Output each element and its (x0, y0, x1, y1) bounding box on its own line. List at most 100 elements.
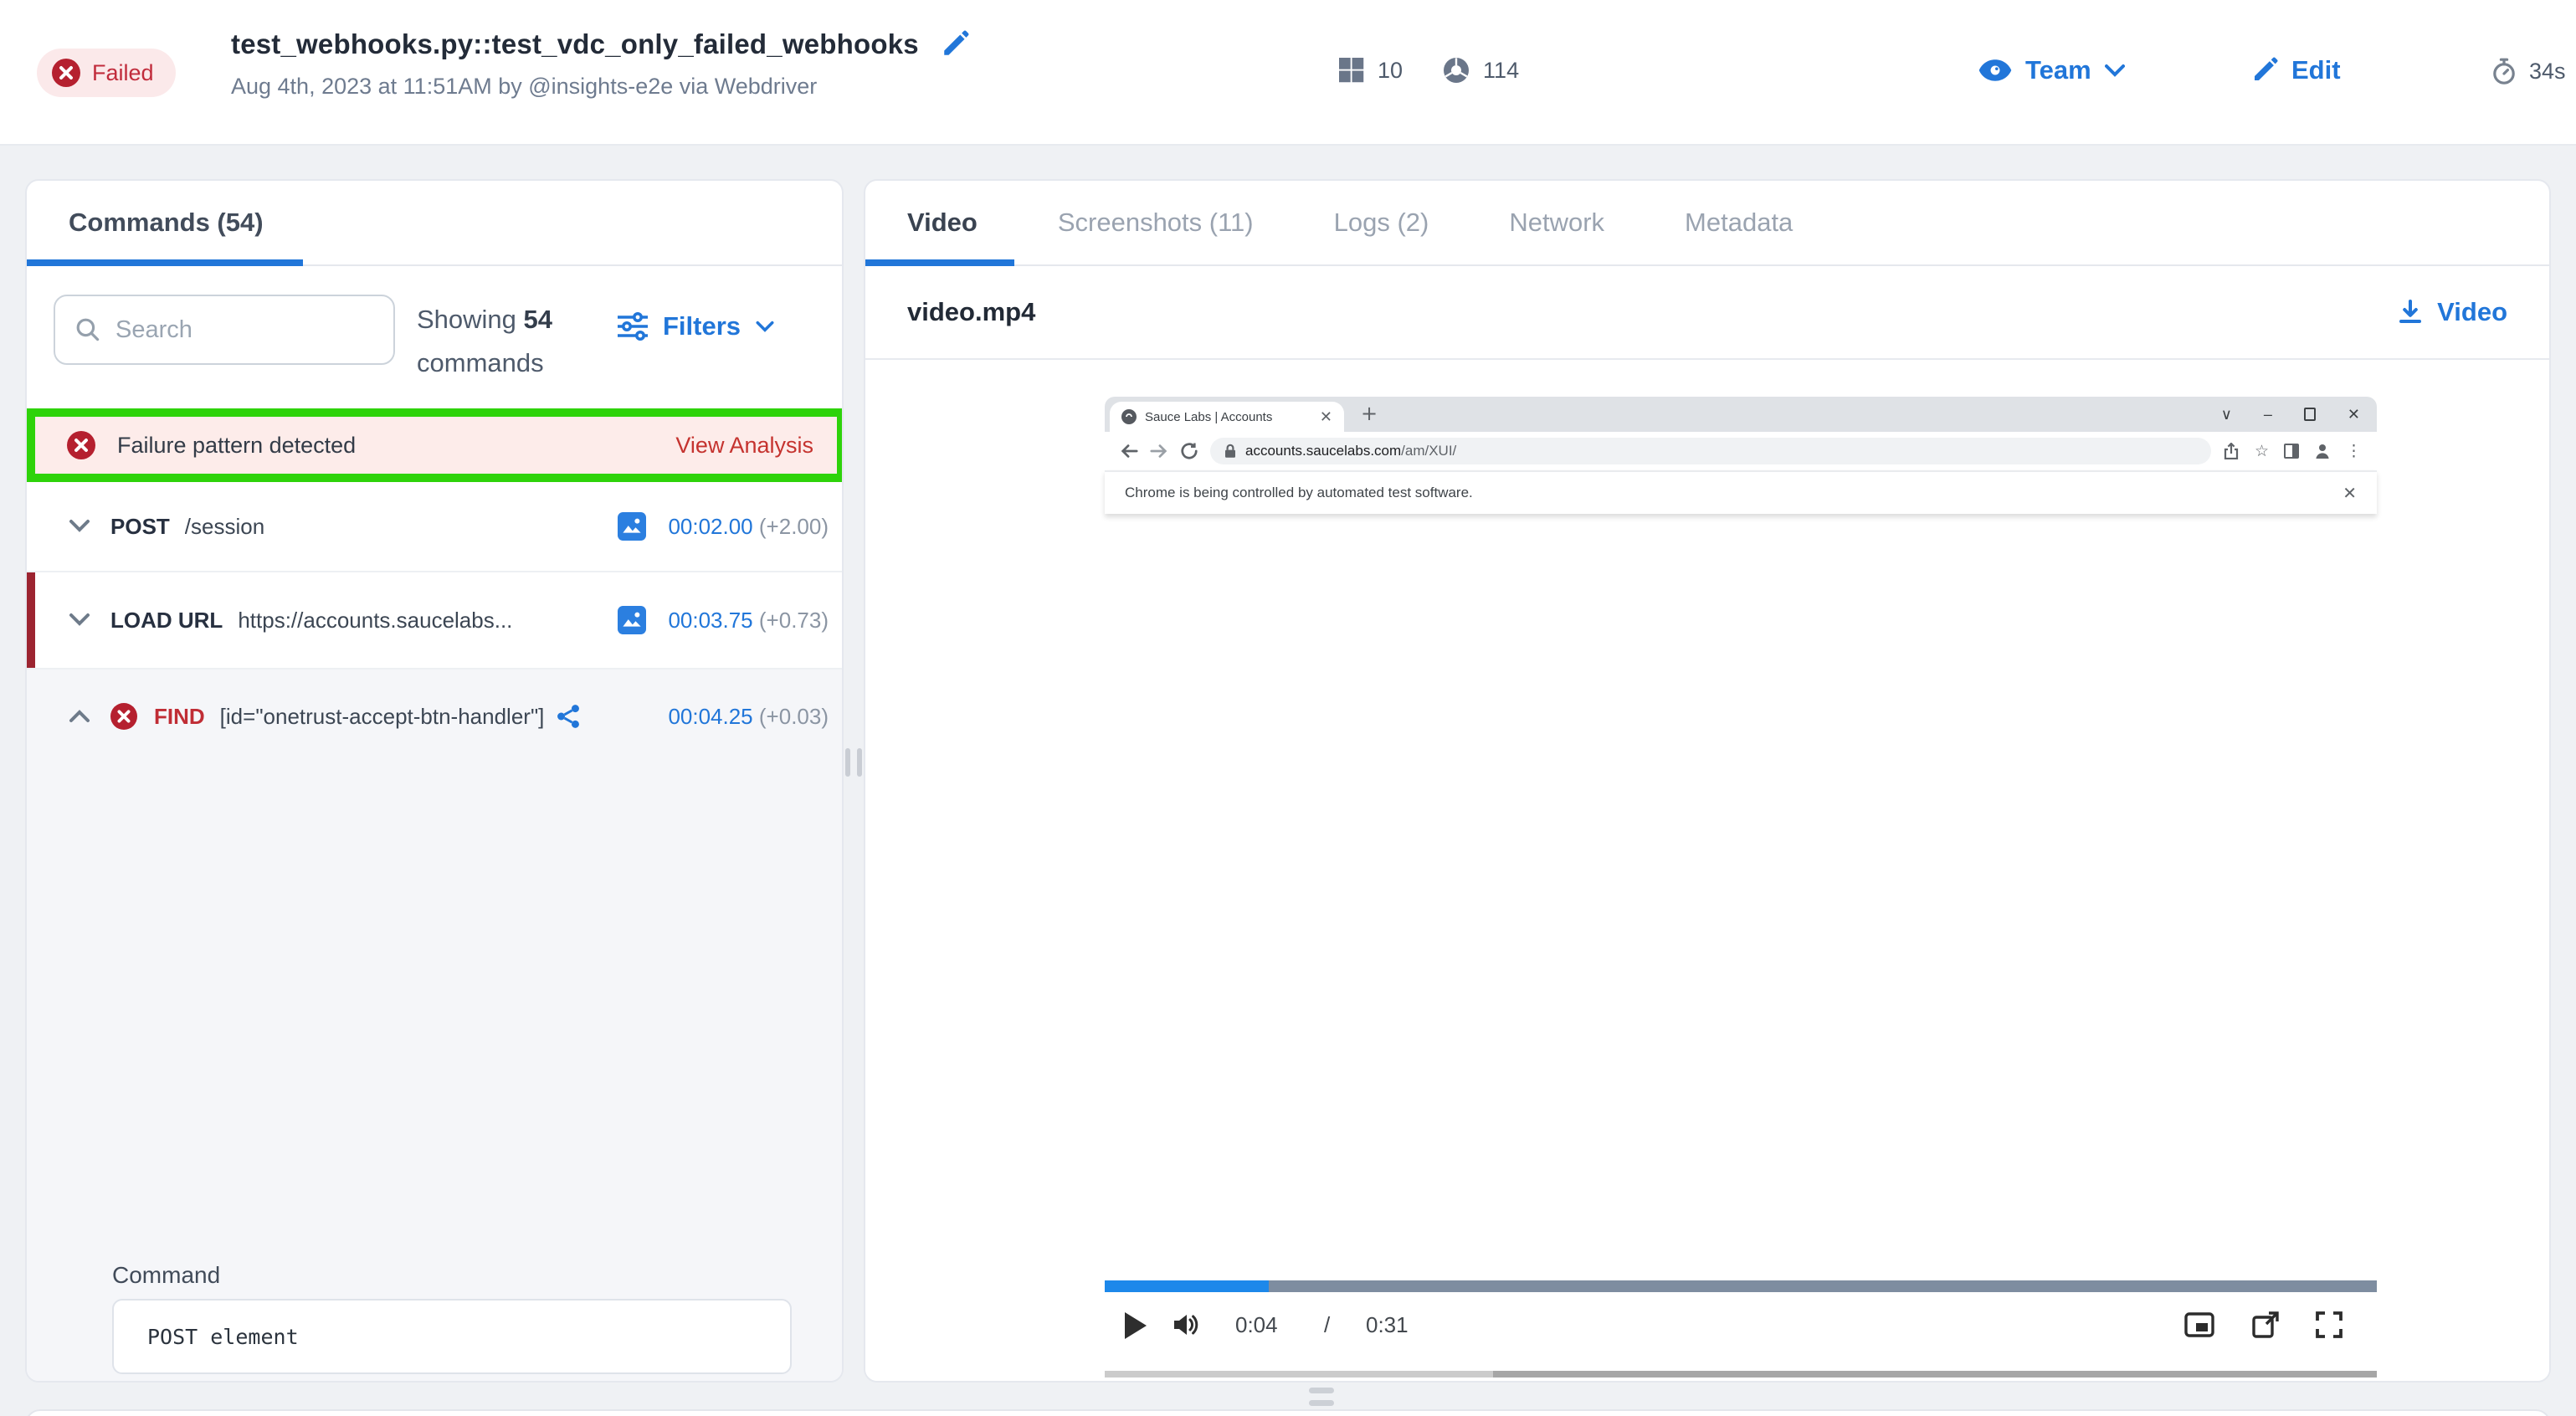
infobar-text: Chrome is being controlled by automated … (1125, 485, 1473, 501)
url-path: /am/XUI/ (1401, 443, 1456, 459)
menu-dots-icon: ⋮ (2346, 442, 2362, 461)
profile-icon (2314, 443, 2331, 459)
command-method: POST (110, 514, 170, 540)
browser-tab-title: Sauce Labs | Accounts (1145, 410, 1311, 424)
error-icon (110, 703, 137, 730)
edit-button[interactable]: Edit (2251, 55, 2341, 85)
duration-value: 34s (2529, 59, 2566, 85)
close-icon: ✕ (2348, 406, 2360, 423)
team-label: Team (2025, 55, 2091, 85)
command-section-label: Command (112, 1262, 220, 1289)
chevron-down-icon[interactable] (69, 519, 90, 534)
edit-label: Edit (2291, 55, 2341, 85)
status-badge: Failed (37, 49, 176, 97)
panel-resize-handle[interactable] (845, 748, 862, 777)
edit-title-icon[interactable] (941, 30, 969, 59)
back-icon (1120, 442, 1138, 460)
windows-icon (1339, 58, 1364, 83)
page-header: Failed test_webhooks.py::test_vdc_only_f… (0, 0, 2576, 146)
download-video-button[interactable]: Video (2397, 297, 2507, 327)
close-icon: ✕ (2343, 483, 2357, 504)
bottom-resize-handle[interactable] (1309, 1388, 1334, 1406)
browser-tab: Sauce Labs | Accounts ✕ (1110, 402, 1344, 432)
edit-icon (2251, 57, 2278, 84)
status-badge-label: Failed (92, 60, 154, 86)
chrome-icon (1443, 57, 1470, 84)
tab-network[interactable]: Network (1509, 208, 1604, 238)
test-duration: 34s (2491, 57, 2566, 85)
commands-toolbar: Showing 54 commands Filters (27, 266, 842, 408)
team-dropdown[interactable]: Team (1978, 55, 2125, 85)
tab-screenshots[interactable]: Screenshots (11) (1058, 208, 1254, 238)
browser-toolbar-icons: ☆ ⋮ (2223, 442, 2362, 461)
restore-icon (2304, 408, 2316, 421)
command-arg: https://accounts.saucelabs... (238, 608, 512, 634)
reload-icon (1180, 442, 1198, 460)
chevron-down-icon: ∨ (2221, 406, 2232, 423)
test-details-page: Failed test_webhooks.py::test_vdc_only_f… (0, 0, 2576, 1416)
video-file-name: video.mp4 (907, 297, 1035, 327)
tab-commands[interactable]: Commands (54) (69, 208, 264, 238)
media-panel: Video Screenshots (11) Logs (2) Network … (864, 179, 2551, 1383)
command-value-box: POST element (112, 1299, 792, 1374)
video-player[interactable]: Sauce Labs | Accounts ✕ + ∨ – ✕ (865, 360, 2549, 1383)
os-version: 10 (1378, 58, 1403, 84)
share-page-icon (2223, 443, 2240, 459)
pip-icon[interactable] (2184, 1311, 2214, 1339)
minimize-icon: – (2264, 406, 2272, 423)
video-progress-bar[interactable] (1105, 1280, 2377, 1292)
chevron-down-icon (2105, 64, 2125, 77)
command-row-load-url[interactable]: LOAD URL https://accounts.saucelabs... 0… (27, 572, 844, 670)
popout-icon[interactable] (2251, 1311, 2280, 1339)
address-bar: accounts.saucelabs.com/am/XUI/ (1210, 438, 2211, 464)
failure-pattern-banner: Failure pattern detected View Analysis (27, 408, 844, 482)
star-icon: ☆ (2255, 442, 2269, 461)
search-icon (75, 317, 100, 342)
command-list: POST /session 00:02.00 (+2.00) LOAD URL … (27, 482, 844, 1383)
command-timestamp: 00:02.00 (+2.00) (668, 514, 829, 540)
filters-label: Filters (663, 311, 741, 341)
command-row-find[interactable]: FIND [id="onetrust-accept-btn-handler"] … (27, 670, 844, 763)
tab-video[interactable]: Video (907, 208, 978, 238)
forward-icon (1150, 442, 1168, 460)
close-icon: ✕ (1320, 408, 1332, 426)
video-total-time: 0:31 (1366, 1312, 1409, 1338)
search-box[interactable] (54, 295, 395, 365)
active-tab-underline (27, 259, 303, 266)
screenshot-icon[interactable] (618, 512, 646, 541)
command-timestamp: 00:03.75 (+0.73) (668, 608, 829, 634)
eye-icon (1978, 59, 2012, 82)
chevron-up-icon[interactable] (69, 709, 90, 724)
automation-infobar: Chrome is being controlled by automated … (1105, 470, 2377, 514)
screenshot-icon[interactable] (618, 606, 646, 634)
video-scrollbar[interactable] (1105, 1371, 2377, 1378)
command-method: LOAD URL (110, 608, 223, 634)
error-marker (27, 572, 35, 668)
filters-button[interactable]: Filters (618, 311, 774, 341)
lock-icon (1224, 444, 1237, 459)
media-tab-bar: Video Screenshots (11) Logs (2) Network … (865, 181, 2549, 266)
video-file-bar: video.mp4 Video (865, 266, 2549, 360)
tab-logs[interactable]: Logs (2) (1334, 208, 1429, 238)
commands-panel: Commands (54) Showing 54 commands Filter… (25, 179, 844, 1383)
error-icon (67, 431, 95, 459)
play-icon[interactable] (1125, 1312, 1147, 1339)
tab-metadata[interactable]: Metadata (1685, 208, 1793, 238)
fullscreen-icon[interactable] (2315, 1311, 2343, 1339)
stopwatch-icon (2491, 57, 2517, 85)
volume-icon[interactable] (1172, 1311, 1200, 1339)
video-progress-played (1105, 1280, 1269, 1292)
active-tab-underline (865, 259, 1014, 266)
download-icon (2397, 299, 2424, 326)
command-arg: [id="onetrust-accept-btn-handler"] (220, 704, 545, 730)
view-analysis-link[interactable]: View Analysis (675, 433, 813, 459)
share-icon[interactable] (556, 703, 581, 730)
next-section-card (25, 1409, 2551, 1416)
title-block: test_webhooks.py::test_vdc_only_failed_w… (231, 28, 969, 100)
environment-info: 10 114 (1339, 57, 1519, 84)
browser-version: 114 (1483, 58, 1519, 84)
test-meta: Aug 4th, 2023 at 11:51AM by @insights-e2… (231, 74, 969, 100)
search-input[interactable] (115, 316, 367, 344)
chevron-down-icon[interactable] (69, 613, 90, 628)
command-row-post-session[interactable]: POST /session 00:02.00 (+2.00) (27, 482, 844, 572)
